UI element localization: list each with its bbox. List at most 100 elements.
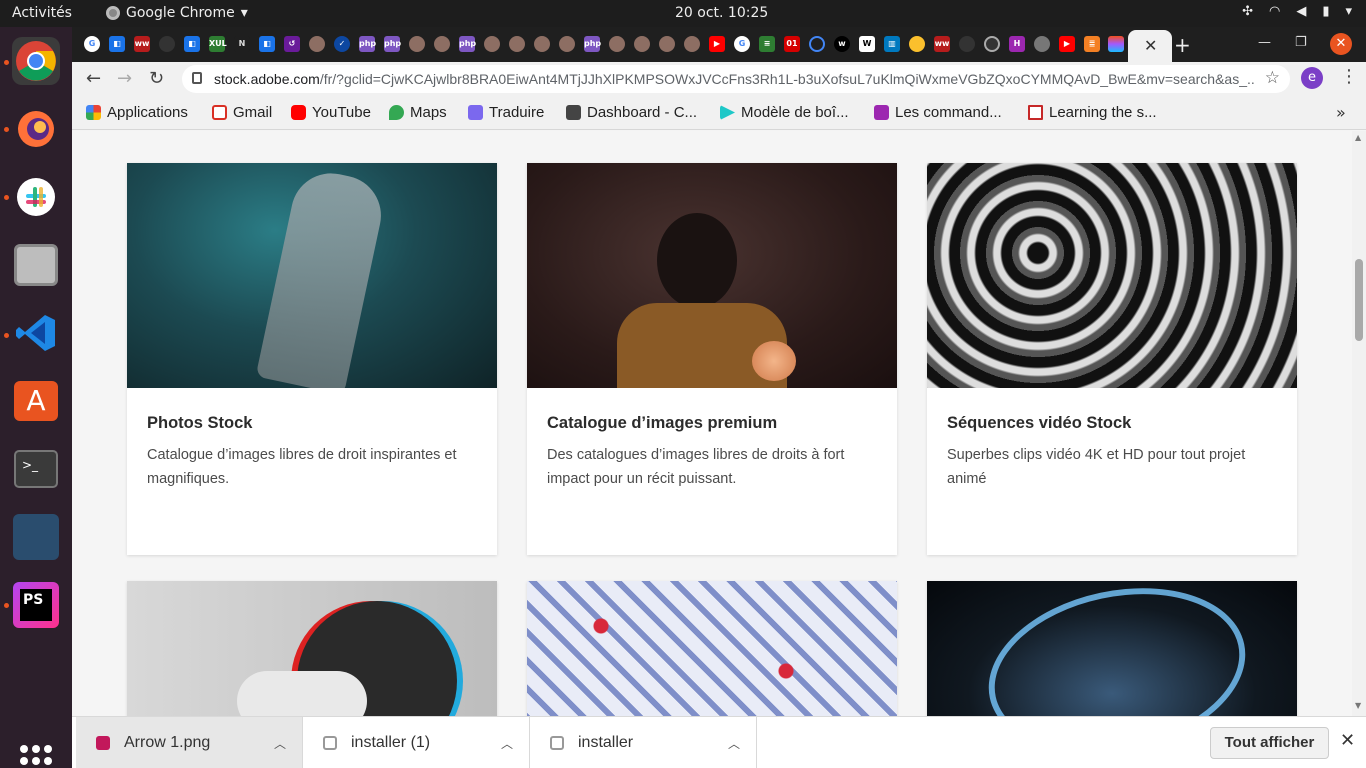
tab-php-icon[interactable]: php: [384, 36, 401, 52]
bookmark-youtube[interactable]: YouTube: [291, 104, 371, 121]
close-shelf-icon[interactable]: ✕: [1340, 730, 1355, 751]
reload-icon[interactable]: ↻: [149, 68, 164, 89]
bookmark-modele[interactable]: Modèle de boî...: [720, 104, 849, 121]
tab-site-icon[interactable]: 01: [784, 36, 800, 52]
card-image[interactable]: [127, 163, 497, 388]
tab-xul-icon[interactable]: XUL: [209, 36, 227, 52]
scroll-up-icon[interactable]: ▲: [1355, 133, 1361, 142]
tab-youtube-icon[interactable]: ▶: [1059, 36, 1075, 52]
card-image[interactable]: [127, 581, 497, 716]
tab-panda-icon[interactable]: [484, 36, 500, 52]
bookmark-learning[interactable]: Learning the s...: [1028, 104, 1157, 121]
show-all-button[interactable]: Tout afficher: [1210, 727, 1329, 759]
chevron-down-icon[interactable]: ▾: [1345, 4, 1352, 19]
menu-icon[interactable]: ⋮: [1340, 66, 1358, 87]
tab-github-icon[interactable]: [959, 36, 975, 52]
tab-site-icon[interactable]: H: [1009, 36, 1025, 52]
tab-panda-icon[interactable]: [634, 36, 650, 52]
tab-php-icon[interactable]: php: [359, 36, 376, 52]
dock-mysql-workbench[interactable]: [12, 513, 60, 561]
tab-youtube-icon[interactable]: ▶: [709, 36, 725, 52]
minimize-icon[interactable]: —: [1258, 35, 1271, 50]
tab-panda-icon[interactable]: [659, 36, 675, 52]
tab-panda-icon[interactable]: [409, 36, 425, 52]
card-second-row[interactable]: [927, 581, 1297, 716]
settings-icon[interactable]: ✣: [1242, 4, 1253, 19]
card-image[interactable]: [527, 581, 897, 716]
tab-site-icon[interactable]: ✓: [334, 36, 350, 52]
dock-chrome[interactable]: [12, 37, 60, 85]
tab-google-icon[interactable]: G: [734, 36, 750, 52]
tab-site-icon[interactable]: ww: [134, 36, 150, 52]
card-sequences-video[interactable]: Séquences vidéo Stock Superbes clips vid…: [927, 163, 1297, 555]
chevron-up-icon[interactable]: ︿: [501, 735, 513, 752]
volume-icon[interactable]: ◀: [1296, 4, 1306, 19]
bookmark-dashboard[interactable]: Dashboard - C...: [566, 104, 697, 121]
download-item[interactable]: installer (1) ︿: [303, 717, 530, 768]
more-bookmarks-icon[interactable]: »: [1336, 103, 1346, 122]
dock-phpstorm[interactable]: PS: [12, 581, 60, 629]
tab-site-icon[interactable]: [809, 36, 825, 52]
bookmark-applications[interactable]: Applications: [86, 104, 188, 121]
active-tab[interactable]: ✕: [1128, 30, 1172, 62]
tab-site-icon[interactable]: [984, 36, 1000, 52]
card-second-row[interactable]: [127, 581, 497, 716]
tab-site-icon[interactable]: ↺: [284, 36, 300, 52]
tab-github-icon[interactable]: [159, 36, 175, 52]
close-window-icon[interactable]: ✕: [1330, 33, 1352, 55]
wifi-icon[interactable]: ◠: [1269, 4, 1280, 19]
tab-site-icon[interactable]: W: [859, 36, 875, 52]
tab-php-icon[interactable]: php: [459, 36, 476, 52]
show-applications-icon[interactable]: [20, 745, 52, 768]
forward-icon[interactable]: →: [117, 68, 132, 89]
card-image[interactable]: [927, 163, 1297, 388]
download-item[interactable]: Arrow 1.png ︿: [76, 717, 303, 768]
tab-panda-icon[interactable]: [559, 36, 575, 52]
tab-panda-icon[interactable]: [434, 36, 450, 52]
back-icon[interactable]: ←: [86, 68, 101, 89]
tab-site-icon[interactable]: ◧: [184, 36, 200, 52]
tab-site-icon[interactable]: ww: [934, 36, 950, 52]
download-item[interactable]: installer ︿: [530, 717, 757, 768]
chevron-up-icon[interactable]: ︿: [274, 735, 286, 752]
card-image[interactable]: [527, 163, 897, 388]
maximize-icon[interactable]: ❐: [1295, 35, 1307, 50]
card-second-row[interactable]: [527, 581, 897, 716]
tab-trello-icon[interactable]: ▥: [884, 36, 900, 52]
tab-panda-icon[interactable]: [609, 36, 625, 52]
tab-notion-icon[interactable]: N: [234, 36, 250, 52]
card-image[interactable]: [927, 581, 1297, 716]
tab-site-icon[interactable]: ≡: [759, 36, 775, 52]
card-photos-stock[interactable]: Photos Stock Catalogue d’images libres d…: [127, 163, 497, 555]
dock-firefox[interactable]: [12, 105, 60, 153]
chevron-up-icon[interactable]: ︿: [728, 735, 740, 752]
tab-panda-icon[interactable]: [684, 36, 700, 52]
battery-icon[interactable]: ▮: [1322, 4, 1329, 19]
new-tab-button[interactable]: +: [1174, 33, 1191, 57]
close-tab-icon[interactable]: ✕: [1144, 36, 1157, 55]
page-scrollbar[interactable]: ▲ ▼: [1352, 131, 1366, 716]
system-tray[interactable]: ✣ ◠ ◀ ▮ ▾: [1242, 4, 1352, 19]
scroll-thumb[interactable]: [1355, 259, 1363, 341]
tab-google-icon[interactable]: G: [84, 36, 100, 52]
bookmark-commandes[interactable]: Les command...: [874, 104, 1002, 121]
activities-button[interactable]: Activités: [12, 5, 72, 21]
tab-panda-icon[interactable]: [509, 36, 525, 52]
address-bar[interactable]: stock.adobe.com/fr/?gclid=CjwKCAjwlbr8BR…: [182, 65, 1290, 93]
bookmark-gmail[interactable]: Gmail: [212, 104, 272, 121]
url-text[interactable]: stock.adobe.com/fr/?gclid=CjwKCAjwlbr8BR…: [214, 71, 1254, 87]
tab-figma-icon[interactable]: [1108, 36, 1124, 52]
tab-site-icon[interactable]: w: [834, 36, 850, 52]
app-menu[interactable]: Google Chrome ▾: [106, 5, 248, 21]
tab-panda-icon[interactable]: [309, 36, 325, 52]
tab-stackoverflow-icon[interactable]: ≣: [1084, 36, 1100, 52]
bookmark-maps[interactable]: Maps: [389, 104, 447, 121]
tab-globe-icon[interactable]: [1034, 36, 1050, 52]
card-catalogue-premium[interactable]: Catalogue d’images premium Des catalogue…: [527, 163, 897, 555]
bookmark-traduire[interactable]: Traduire: [468, 104, 544, 121]
dock-slack[interactable]: [12, 173, 60, 221]
dock-terminal[interactable]: >_: [12, 445, 60, 493]
dock-software[interactable]: A: [12, 377, 60, 425]
dock-vscode[interactable]: [12, 309, 60, 357]
clock[interactable]: 20 oct. 10:25: [675, 5, 768, 21]
